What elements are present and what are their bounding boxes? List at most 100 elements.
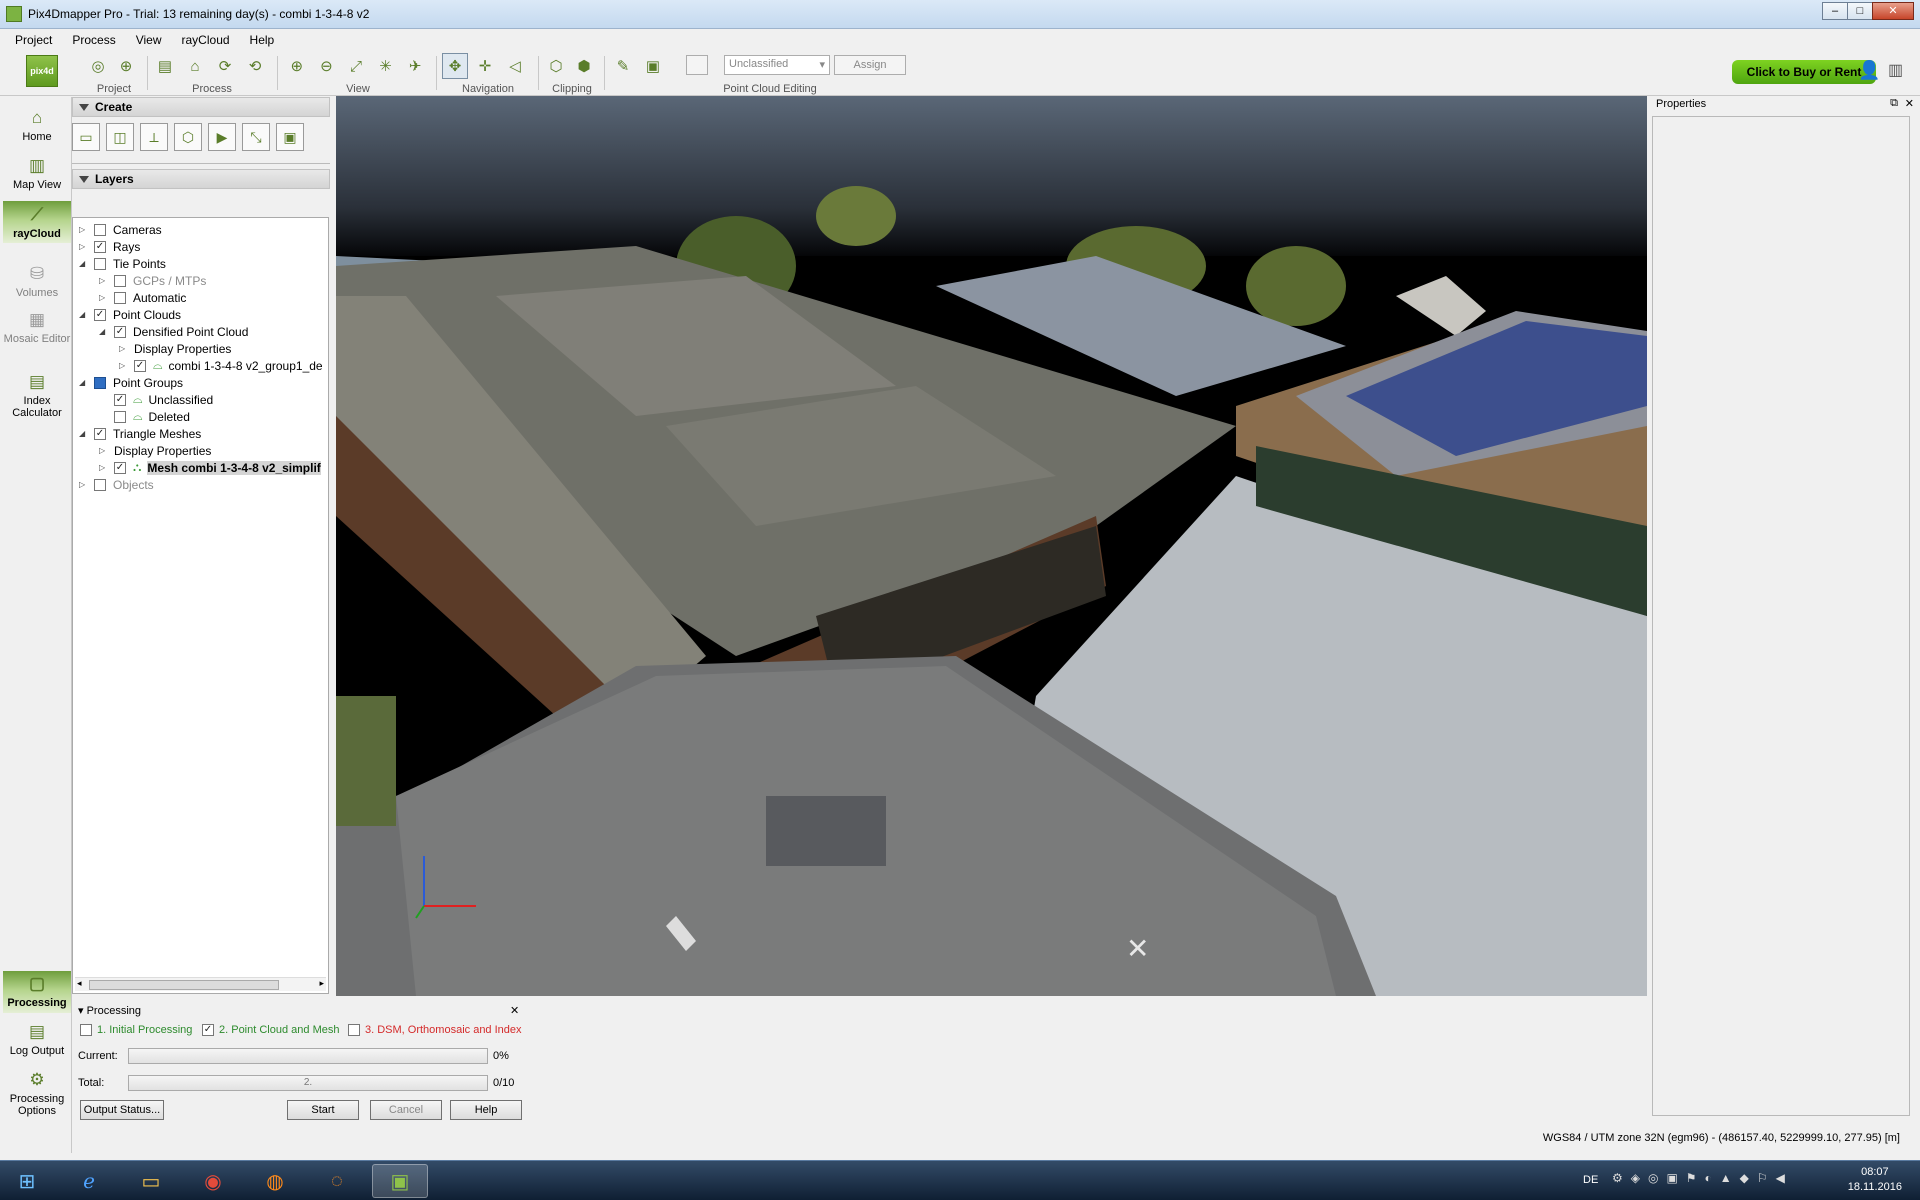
- process-refresh-icon[interactable]: ⟳: [212, 53, 238, 79]
- layer-checkbox[interactable]: [114, 274, 126, 287]
- start-button-icon[interactable]: ⊞: [4, 1164, 50, 1198]
- new-project-icon[interactable]: ◎: [86, 53, 110, 79]
- chrome-icon[interactable]: ◉: [190, 1164, 236, 1198]
- layer-display-properties[interactable]: ▷ Display Properties: [119, 340, 231, 357]
- create-header[interactable]: Create: [72, 97, 330, 117]
- firefox-icon[interactable]: ◍: [252, 1164, 298, 1198]
- step-checkbox[interactable]: [348, 1024, 360, 1036]
- scroll-right-icon[interactable]: ▸: [319, 978, 324, 989]
- class-select[interactable]: Unclassified ▾: [724, 55, 830, 75]
- layer-checkbox[interactable]: [114, 461, 126, 474]
- layer-cameras[interactable]: ▷ Cameras: [79, 221, 162, 238]
- layer-checkbox[interactable]: [94, 240, 106, 253]
- expand-arrow-icon[interactable]: ▷: [79, 480, 88, 489]
- close-icon[interactable]: ✕: [510, 1004, 519, 1017]
- create-measure-icon[interactable]: ⟂: [140, 123, 168, 151]
- nav-processing-options[interactable]: ⚙ Processing Options: [3, 1069, 71, 1117]
- collapse-arrow-icon[interactable]: ▾: [78, 1005, 84, 1017]
- step-initial-processing[interactable]: 1. Initial Processing: [80, 1024, 192, 1036]
- layer-point-clouds[interactable]: ◢ Point Clouds: [79, 306, 181, 323]
- nav-mosaic-editor[interactable]: ▦ Mosaic Editor: [3, 309, 71, 345]
- step-checkbox[interactable]: [202, 1024, 214, 1036]
- layer-point-groups[interactable]: ◢ Point Groups: [79, 374, 183, 391]
- first-person-navigation-icon[interactable]: ✛: [472, 53, 498, 79]
- menu-raycloud[interactable]: rayCloud: [175, 31, 237, 49]
- fly-navigation-icon[interactable]: ◁: [502, 53, 528, 79]
- layers-horizontal-scrollbar[interactable]: ◂ ▸: [75, 977, 326, 991]
- top-view-icon[interactable]: ✈: [402, 53, 428, 79]
- layer-rays[interactable]: ▷ Rays: [79, 238, 140, 255]
- layer-checkbox[interactable]: [114, 325, 126, 338]
- collapse-arrow-icon[interactable]: ◢: [79, 429, 88, 438]
- layer-automatic[interactable]: ▷ Automatic: [99, 289, 186, 306]
- internet-explorer-icon[interactable]: ℯ: [66, 1164, 112, 1198]
- edit-densified-points-icon[interactable]: ✎: [610, 53, 636, 79]
- layer-checkbox[interactable]: [94, 223, 106, 236]
- user-account-icon[interactable]: 👤: [1858, 60, 1880, 81]
- nav-volumes[interactable]: ⛁ Volumes: [3, 263, 71, 299]
- minimize-button[interactable]: –: [1822, 2, 1848, 20]
- create-orientation-icon[interactable]: ▣: [276, 123, 304, 151]
- language-indicator[interactable]: DE: [1583, 1174, 1598, 1186]
- menu-view[interactable]: View: [129, 31, 169, 49]
- zoom-in-icon[interactable]: ⊕: [284, 53, 310, 79]
- layer-checkbox[interactable]: [94, 257, 106, 270]
- clipping-box-icon[interactable]: ⬡: [544, 53, 568, 79]
- layer-tie-points[interactable]: ◢ Tie Points: [79, 255, 166, 272]
- layer-mesh[interactable]: ▷ ⛬ Mesh combi 1-3-4-8 v2_simplif: [99, 459, 331, 476]
- help-button[interactable]: Help: [450, 1100, 522, 1120]
- close-button[interactable]: ✕: [1872, 2, 1914, 20]
- trackball-navigation-icon[interactable]: ✥: [442, 53, 468, 79]
- layer-objects[interactable]: ▷ Objects: [79, 476, 154, 493]
- menu-help[interactable]: Help: [243, 31, 282, 49]
- process-report-icon[interactable]: ▤: [152, 53, 178, 79]
- start-button[interactable]: Start: [287, 1100, 359, 1120]
- layer-checkbox[interactable]: [114, 393, 126, 406]
- layer-gcps-mtps[interactable]: ▷ GCPs / MTPs: [99, 272, 206, 289]
- create-surface-icon[interactable]: ◫: [106, 123, 134, 151]
- expand-arrow-icon[interactable]: ▷: [79, 225, 88, 234]
- menu-process[interactable]: Process: [65, 31, 122, 49]
- processing-header[interactable]: ▾ Processing: [78, 1004, 141, 1017]
- buy-or-rent-button[interactable]: Click to Buy or Rent: [1732, 60, 1876, 84]
- collapse-arrow-icon[interactable]: ◢: [79, 310, 88, 319]
- layer-unclassified[interactable]: ⌓ Unclassified: [99, 391, 213, 408]
- raycloud-3d-view[interactable]: ✕: [336, 96, 1647, 996]
- layer-densified-group[interactable]: ▷ ⌓ combi 1-3-4-8 v2_group1_de: [119, 357, 323, 374]
- layer-checkbox[interactable]: [114, 410, 126, 423]
- layer-checkbox[interactable]: [94, 308, 106, 321]
- zoom-out-icon[interactable]: ⊖: [314, 53, 340, 79]
- layer-checkbox[interactable]: [94, 478, 106, 491]
- clock[interactable]: 08:07 18.11.2016: [1848, 1165, 1902, 1195]
- assign-button[interactable]: Assign: [834, 55, 906, 75]
- open-project-icon[interactable]: ⊕: [114, 53, 138, 79]
- clipping-edit-icon[interactable]: ⬢: [572, 53, 596, 79]
- create-video-animation-icon[interactable]: ▶: [208, 123, 236, 151]
- create-volume-icon[interactable]: ⬡: [174, 123, 202, 151]
- layer-checkbox[interactable]: [94, 427, 106, 440]
- expand-arrow-icon[interactable]: ▷: [99, 293, 108, 302]
- collapse-arrow-icon[interactable]: ◢: [79, 378, 88, 387]
- output-status-button[interactable]: Output Status...: [80, 1100, 164, 1120]
- collapse-arrow-icon[interactable]: ◢: [79, 259, 88, 268]
- selection-mode-icon[interactable]: ▣: [640, 53, 666, 79]
- process-reload-icon[interactable]: ⟲: [242, 53, 268, 79]
- pix4d-taskbar-icon[interactable]: ▣: [372, 1164, 428, 1198]
- collapse-arrow-icon[interactable]: ◢: [99, 327, 108, 336]
- cancel-button[interactable]: Cancel: [370, 1100, 442, 1120]
- nav-map-view[interactable]: ▥ Map View: [3, 155, 71, 191]
- fit-view-icon[interactable]: ✳: [373, 53, 399, 79]
- scrollbar-thumb[interactable]: [89, 980, 279, 990]
- zoom-extents-icon[interactable]: ⤢: [343, 53, 369, 79]
- panel-splitter[interactable]: [72, 163, 330, 164]
- class-color-swatch[interactable]: [686, 55, 708, 75]
- nav-index-calculator[interactable]: ▤ Index Calculator: [3, 371, 71, 419]
- panel-toggle-icon[interactable]: ▥: [1888, 60, 1903, 80]
- layer-checkbox[interactable]: [134, 359, 146, 372]
- maximize-button[interactable]: □: [1847, 2, 1873, 20]
- step-point-cloud-and-mesh[interactable]: 2. Point Cloud and Mesh: [202, 1024, 339, 1036]
- menu-project[interactable]: Project: [8, 31, 59, 49]
- step-checkbox[interactable]: [80, 1024, 92, 1036]
- close-icon[interactable]: ✕: [1905, 97, 1914, 110]
- expand-arrow-icon[interactable]: ▷: [99, 276, 108, 285]
